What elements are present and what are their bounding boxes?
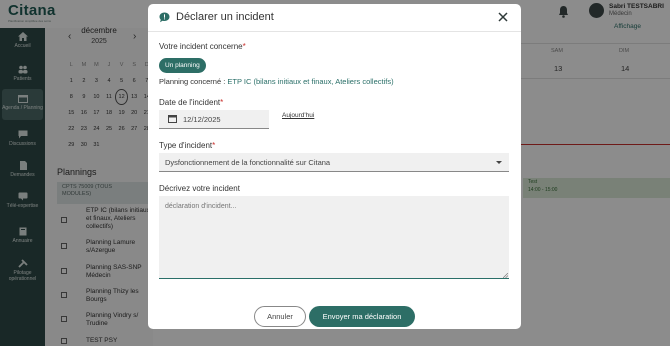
concern-label: Votre incident concerne* — [159, 42, 246, 51]
date-label: Date de l'incident* — [159, 98, 223, 107]
type-label-text: Type d'incident — [159, 141, 213, 150]
chevron-down-icon — [496, 161, 502, 164]
dialog-header: Déclarer un incident — [148, 4, 521, 32]
concern-label-text: Votre incident concerne — [159, 42, 243, 51]
planning-concerned-value: ETP IC (bilans initiaux et finaux, Ateli… — [227, 77, 394, 86]
type-label: Type d'incident* — [159, 141, 215, 150]
required-mark: * — [242, 42, 246, 51]
dialog-title: Déclarer un incident — [176, 11, 274, 23]
planning-concerned-prefix: Planning concerné : — [159, 77, 228, 86]
alert-chat-icon — [159, 12, 170, 23]
date-label-text: Date de l'incident — [159, 98, 221, 107]
concern-chip-planning[interactable]: Un planning — [159, 58, 206, 73]
required-mark: * — [220, 98, 224, 107]
required-mark: * — [212, 141, 216, 150]
describe-label: Décrivez votre incident — [159, 184, 240, 193]
today-link[interactable]: Aujourd'hui — [282, 112, 314, 119]
incident-type-value: Dysfonctionnement de la fonctionnalité s… — [165, 158, 331, 167]
planning-concerned: Planning concerné : ETP IC (bilans initi… — [159, 77, 394, 86]
incident-description-input[interactable] — [159, 196, 509, 279]
date-value: 12/12/2025 — [183, 115, 221, 124]
incident-type-select[interactable]: Dysfonctionnement de la fonctionnalité s… — [159, 153, 509, 172]
close-icon[interactable] — [498, 12, 508, 22]
cancel-button[interactable]: Annuler — [254, 306, 306, 327]
calendar-icon[interactable] — [168, 114, 177, 123]
resize-handle-icon[interactable] — [503, 273, 508, 278]
submit-button[interactable]: Envoyer ma déclaration — [309, 306, 415, 327]
incident-dialog: Déclarer un incident Votre incident conc… — [148, 4, 521, 329]
incident-date-field[interactable]: 12/12/2025 — [159, 110, 269, 129]
